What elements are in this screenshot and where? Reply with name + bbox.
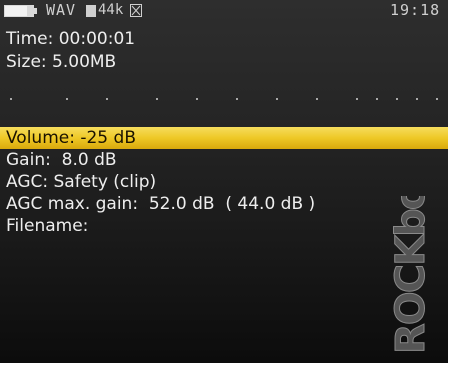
record-time: Time: 00:00:01 (6, 29, 136, 49)
sample-rate: 44k (98, 2, 124, 18)
meter-tick (10, 98, 12, 100)
menu-item-agc[interactable]: AGC: Safety (clip) (0, 171, 448, 193)
recording-screen: WAV 44k 19:18 Time: 00:00:01 Size: 5.00M… (0, 0, 448, 363)
meter-tick (236, 98, 238, 100)
sample-rate-marker (86, 5, 96, 17)
status-bar: WAV 44k 19:18 (0, 0, 448, 24)
meter-tick (376, 98, 378, 100)
menu-item-volume[interactable]: Volume: -25 dB (0, 127, 448, 149)
meter-tick (356, 98, 358, 100)
logo-text: ROCKbox (388, 196, 434, 354)
meter-tick (316, 98, 318, 100)
meter-tick (66, 98, 68, 100)
source-icon (130, 4, 142, 17)
battery-tip (34, 8, 37, 14)
meter-tick (276, 98, 278, 100)
clock: 19:18 (390, 1, 441, 19)
meter-tick (396, 98, 398, 100)
menu-item-gain[interactable]: Gain: 8.0 dB (0, 149, 448, 171)
meter-tick (436, 98, 438, 100)
record-size: Size: 5.00MB (6, 52, 117, 72)
battery-icon (4, 5, 38, 17)
battery-fill (5, 6, 28, 16)
meter-tick (156, 98, 158, 100)
record-format: WAV (46, 1, 77, 19)
peak-meter (0, 90, 448, 110)
meter-tick (196, 98, 198, 100)
rockbox-logo: ROCKbox (388, 196, 435, 355)
battery-body (4, 5, 34, 17)
meter-tick (416, 98, 418, 100)
meter-tick (106, 98, 108, 100)
